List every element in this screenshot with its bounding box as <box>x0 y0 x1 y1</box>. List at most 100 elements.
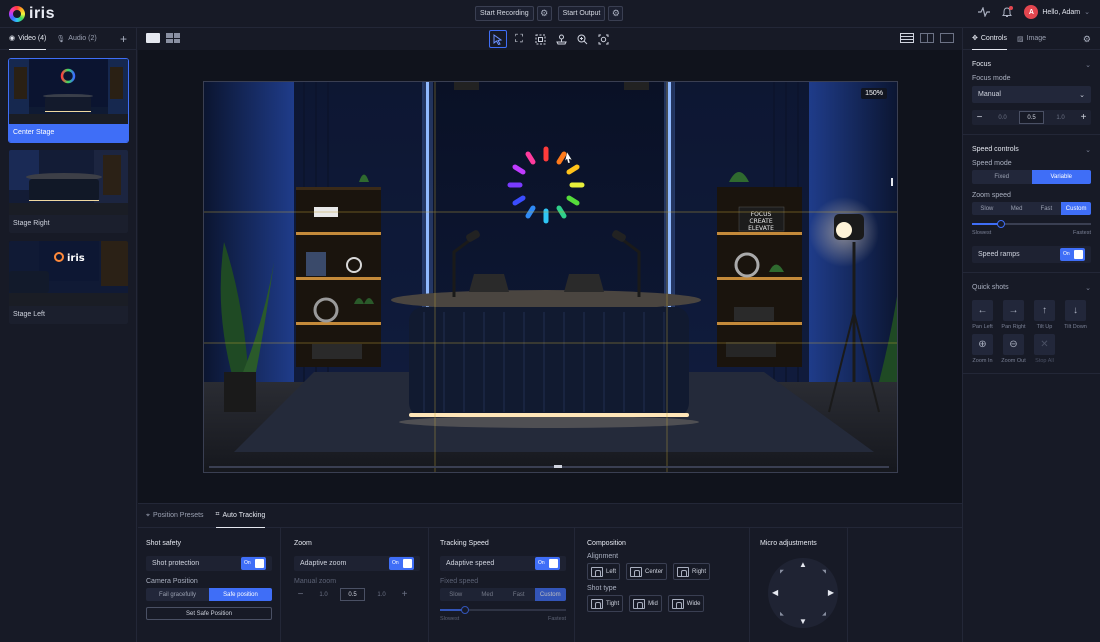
speed-ramps-toggle[interactable]: On <box>1060 248 1085 261</box>
output-settings-icon[interactable]: ⚙ <box>608 6 624 21</box>
slider-handle[interactable] <box>996 220 1005 228</box>
quick-shot-item[interactable]: ← Pan Left <box>972 300 993 330</box>
add-source-icon[interactable]: + <box>120 32 127 46</box>
minus-icon[interactable]: − <box>294 588 307 601</box>
adaptive-speed-toggle[interactable]: On <box>535 557 560 570</box>
shot-mid-button[interactable]: Mid <box>629 595 662 612</box>
option-med[interactable]: Med <box>471 588 503 601</box>
chevron-down-icon: ⌄ <box>1085 285 1091 292</box>
shot-protection-toggle[interactable]: On <box>241 557 266 570</box>
option-fail-gracefully[interactable]: Fail gracefully <box>146 588 209 601</box>
tracking-speed-slider[interactable] <box>440 606 566 614</box>
plus-icon[interactable]: + <box>1077 111 1090 124</box>
source-stage-right[interactable]: Stage Right <box>9 150 128 233</box>
focus-header[interactable]: Focus ⌄ <box>972 61 1091 69</box>
single-view-icon[interactable] <box>146 33 160 43</box>
tab-video[interactable]: ◉ Video (4) <box>9 28 47 50</box>
zoom-icon[interactable] <box>573 30 591 48</box>
dpad-up-right-icon[interactable]: ◥ <box>822 569 826 575</box>
dpad-up-left-icon[interactable]: ◤ <box>780 569 784 575</box>
option-slow[interactable]: Slow <box>972 202 1002 215</box>
panel-settings-icon[interactable]: ⚙ <box>1083 34 1091 45</box>
align-right-label: Right <box>692 568 707 575</box>
quick-shot-item[interactable]: ⊖ Zoom Out <box>1001 334 1026 364</box>
dpad-down-left-icon[interactable]: ◣ <box>780 611 784 617</box>
zoom-out-icon[interactable]: ⊖ <box>1003 334 1024 355</box>
dpad-down-icon[interactable]: ▼ <box>799 617 807 626</box>
option-variable[interactable]: Variable <box>1031 170 1091 184</box>
option-slow[interactable]: Slow <box>440 588 472 601</box>
start-recording-button[interactable]: Start Recording <box>475 6 534 21</box>
quick-shots-header[interactable]: Quick shots ⌄ <box>972 284 1091 292</box>
recording-settings-icon[interactable]: ⚙ <box>536 6 552 21</box>
slider-handle[interactable] <box>461 606 470 614</box>
joystick-icon[interactable] <box>552 30 570 48</box>
option-fixed[interactable]: Fixed <box>972 170 1032 184</box>
arrow-up-icon[interactable]: ↑ <box>1034 300 1055 321</box>
frame-subject-icon[interactable]: ⛶ <box>510 30 528 48</box>
arrow-down-icon[interactable]: ↓ <box>1065 300 1086 321</box>
zoom-in-icon[interactable]: ⊕ <box>972 334 993 355</box>
align-center-button[interactable]: Center <box>626 563 668 580</box>
set-safe-position-button[interactable]: Set Safe Position <box>146 607 272 620</box>
wide-layout-icon[interactable] <box>940 33 954 43</box>
speed-controls-header[interactable]: Speed controls ⌄ <box>972 146 1091 154</box>
focus-mode-select[interactable]: Manual ⌄ <box>972 86 1091 103</box>
align-right-button[interactable]: Right <box>673 563 711 580</box>
tab-controls[interactable]: ✥ Controls <box>972 28 1007 50</box>
split-layout-icon[interactable] <box>920 33 934 43</box>
adaptive-zoom-toggle[interactable]: On <box>389 557 414 570</box>
quick-shot-item[interactable]: → Pan Right <box>1001 300 1026 330</box>
crop-frame-icon[interactable] <box>531 30 549 48</box>
stepper-current-value[interactable]: 0.5 <box>340 588 365 601</box>
zoom-speed-segmented: Slow Med Fast Custom <box>972 202 1091 215</box>
stop-icon[interactable]: ✕ <box>1034 334 1055 355</box>
align-left-button[interactable]: Left <box>587 563 621 580</box>
start-output-button[interactable]: Start Output <box>557 6 606 21</box>
minus-icon[interactable]: − <box>973 111 986 124</box>
source-stage-left[interactable]: iris Stage Left <box>9 241 128 324</box>
tab-auto-tracking[interactable]: ⌗ Auto Tracking <box>215 504 266 528</box>
frame-center-icon <box>630 566 643 577</box>
source-center-stage[interactable]: Center Stage <box>8 58 129 143</box>
bell-icon[interactable] <box>1002 5 1014 18</box>
option-custom[interactable]: Custom <box>534 588 566 601</box>
focus-stepper: − 0.0 0.5 1.0 + <box>972 110 1091 125</box>
plus-icon[interactable]: + <box>398 588 411 601</box>
table-layout-icon[interactable] <box>900 33 914 43</box>
pointer-tool-icon[interactable] <box>489 30 507 48</box>
quick-shot-item[interactable]: ⊕ Zoom In <box>972 334 993 364</box>
dpad-right-icon[interactable]: ▶ <box>828 588 834 597</box>
quick-shot-item[interactable]: ↑ Tilt Up <box>1034 300 1055 330</box>
option-fast[interactable]: Fast <box>503 588 535 601</box>
app-root: iris Start Recording ⚙ Start Output ⚙ A … <box>0 0 1100 642</box>
slowest-label: Slowest <box>972 230 992 236</box>
zoom-speed-slider[interactable] <box>972 220 1091 228</box>
location-pin-icon: ⌖ <box>146 511 150 519</box>
activity-icon[interactable] <box>978 7 991 17</box>
option-custom[interactable]: Custom <box>1061 202 1091 215</box>
quick-shot-item[interactable]: ✕ Stop All <box>1034 334 1055 364</box>
avatar: A <box>1024 5 1039 19</box>
tab-audio[interactable]: 🎙 Audio (2) <box>56 28 96 50</box>
grid-view-icon[interactable] <box>166 33 180 43</box>
option-fast[interactable]: Fast <box>1031 202 1062 215</box>
dpad-down-right-icon[interactable]: ◢ <box>822 611 826 617</box>
arrow-left-icon[interactable]: ← <box>972 300 993 321</box>
tab-image[interactable]: ▨ Image <box>1017 28 1046 50</box>
shot-wide-button[interactable]: Wide <box>667 595 705 612</box>
option-med[interactable]: Med <box>1001 202 1032 215</box>
shot-tight-button[interactable]: Tight <box>587 595 624 612</box>
quick-shot-item[interactable]: ↓ Tilt Down <box>1064 300 1087 330</box>
face-tracking-icon[interactable] <box>594 30 612 48</box>
arrow-right-icon[interactable]: → <box>1003 300 1024 321</box>
fixed-speed-segmented: Slow Med Fast Custom <box>440 588 566 601</box>
dpad-left-icon[interactable]: ◀ <box>772 588 778 597</box>
user-menu[interactable]: A Hello, Adam ⌄ <box>1024 5 1090 19</box>
app-logo[interactable]: iris <box>9 5 55 23</box>
stepper-current-value[interactable]: 0.5 <box>1019 111 1044 124</box>
dpad-up-icon[interactable]: ▲ <box>799 560 807 569</box>
camera-preview[interactable]: FOCUS CREATE ELEVATE 150% <box>203 81 898 473</box>
tab-position-presets[interactable]: ⌖ Position Presets <box>146 504 204 528</box>
option-safe-position[interactable]: Safe position <box>209 588 272 601</box>
